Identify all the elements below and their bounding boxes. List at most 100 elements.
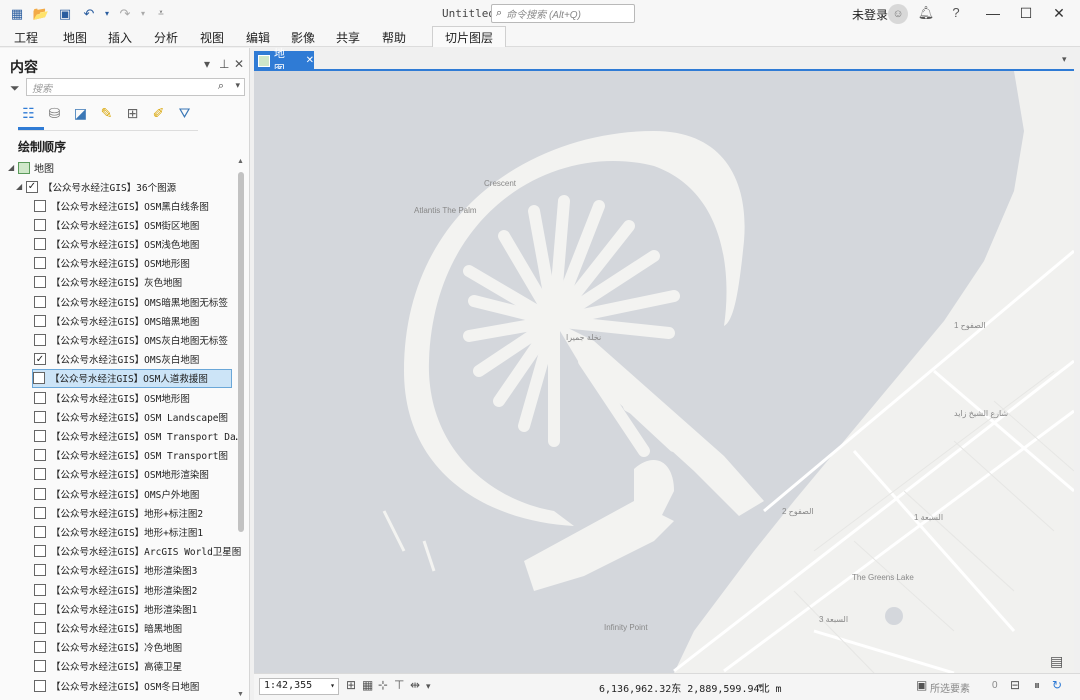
layer-checkbox[interactable] (34, 468, 46, 481)
close-tab-icon[interactable]: ✕ (306, 55, 314, 66)
layer-item[interactable]: 【公众号水经注GIS】OMS灰白地图无标签 (34, 330, 228, 349)
tab-help[interactable]: 帮助 (382, 29, 406, 46)
save-icon[interactable]: ▣ (54, 3, 76, 25)
layer-item[interactable]: 【公众号水经注GIS】地形渲染图2 (34, 580, 197, 599)
selection-icon[interactable]: ◪ (70, 102, 91, 124)
layer-item[interactable]: 【公众号水经注GIS】暗黑地图 (34, 618, 182, 637)
data-source-icon[interactable]: ⛁ (44, 102, 65, 124)
layer-item[interactable]: 【公众号水经注GIS】OMS暗黑地图 (34, 311, 199, 330)
tab-edit[interactable]: 编辑 (246, 29, 270, 46)
layer-item[interactable]: 【公众号水经注GIS】OSM Landscape图 (34, 407, 228, 426)
layer-checkbox[interactable] (34, 583, 46, 596)
tab-project[interactable]: 工程 (14, 29, 38, 46)
layer-item[interactable]: 【公众号水经注GIS】灰色地图 (34, 273, 182, 292)
drawing-order-icon[interactable]: ☷ (18, 102, 39, 124)
layer-item[interactable]: 【公众号水经注GIS】OSM人道救援图 (32, 368, 232, 388)
layer-checkbox[interactable] (34, 333, 46, 346)
redo-icon[interactable]: ↷ (114, 3, 136, 25)
pause-icon[interactable]: ⏸ (1034, 678, 1040, 693)
scroll-up-icon[interactable]: ▲ (237, 158, 244, 165)
contents-search-input[interactable]: 搜索 ⌕ ▾ (26, 78, 245, 96)
layer-checkbox[interactable] (34, 237, 46, 250)
help-icon[interactable]: ? (947, 5, 965, 20)
redo-dropdown-icon[interactable]: ▾ (138, 3, 148, 25)
chevron-down-icon[interactable]: ▾ (330, 681, 335, 690)
layer-checkbox[interactable]: ✓ (34, 353, 46, 366)
filter-icon[interactable]: ⏷ (10, 81, 20, 96)
collapse-icon[interactable]: ◢ (8, 163, 18, 172)
customize-icon[interactable]: ⩡ (150, 3, 172, 25)
layer-item[interactable]: 【公众号水经注GIS】ArcGIS World卫星图 (34, 542, 241, 561)
layer-item[interactable]: 【公众号水经注GIS】高德卫星 (34, 657, 182, 676)
refresh-icon[interactable]: ↻ (1052, 678, 1062, 692)
tab-view[interactable]: 视图 (200, 29, 224, 46)
group-checkbox[interactable]: ✓ (26, 180, 38, 193)
pane-options-icon[interactable]: ▾ (204, 57, 210, 71)
tab-share[interactable]: 共享 (336, 29, 360, 46)
layer-checkbox[interactable] (34, 602, 46, 615)
grid-icon[interactable]: ⊞ (346, 678, 356, 692)
command-search-input[interactable]: ⌕ 命令搜索 (Alt+Q) (491, 4, 635, 23)
layer-checkbox[interactable] (34, 641, 46, 654)
layer-item[interactable]: 【公众号水经注GIS】OSM冬日地图 (34, 676, 199, 695)
scrollbar-thumb[interactable] (238, 172, 244, 532)
map-canvas[interactable]: Crescent Atlantis The Palm نخلة جميرا ال… (254, 71, 1074, 673)
layer-checkbox[interactable] (34, 314, 46, 327)
rotate-icon[interactable]: ⊤ (394, 678, 404, 692)
undo-dropdown-icon[interactable]: ▾ (102, 3, 112, 25)
layer-item[interactable]: ✓ 【公众号水经注GIS】OMS灰白地图 (34, 350, 199, 369)
contents-scrollbar[interactable]: ▲ ▼ (237, 158, 245, 698)
close-pane-icon[interactable]: ✕ (234, 57, 244, 71)
layer-checkbox[interactable] (34, 525, 46, 538)
layer-checkbox[interactable] (33, 372, 45, 385)
layer-item[interactable]: 【公众号水经注GIS】OSM地形图 (34, 254, 190, 273)
undo-icon[interactable]: ↶ (78, 3, 100, 25)
layer-item[interactable]: 【公众号水经注GIS】OSM Transport图 (34, 446, 228, 465)
layer-checkbox[interactable] (34, 391, 46, 404)
pin-icon[interactable]: ⊥ (219, 57, 229, 71)
layer-item[interactable]: 【公众号水经注GIS】OSM浅色地图 (34, 234, 199, 253)
layer-checkbox[interactable] (34, 487, 46, 500)
layer-item[interactable]: 【公众号水经注GIS】OSM Transport Da… (34, 426, 241, 445)
layer-checkbox[interactable] (34, 276, 46, 289)
layer-item[interactable]: 【公众号水经注GIS】地形+标注图2 (34, 503, 203, 522)
collapse-icon[interactable]: ◢ (16, 182, 26, 191)
perspective-icon[interactable]: ⛛ (174, 102, 195, 124)
notification-bell-icon[interactable]: 🔔︎ (917, 5, 935, 21)
layer-checkbox[interactable] (34, 410, 46, 423)
tab-map[interactable]: 地图 (63, 29, 87, 46)
layer-checkbox[interactable] (34, 449, 46, 462)
layer-checkbox[interactable] (34, 564, 46, 577)
layer-checkbox[interactable] (34, 199, 46, 212)
editing-icon[interactable]: ✎ (96, 102, 117, 124)
layer-checkbox[interactable] (34, 506, 46, 519)
units-dropdown-icon[interactable]: ▾ (758, 681, 763, 692)
layer-checkbox[interactable] (34, 218, 46, 231)
table-icon[interactable]: ▦ (362, 678, 373, 692)
account-label[interactable]: 未登录 (852, 6, 888, 23)
snapping-icon[interactable]: ⊞ (122, 102, 143, 124)
open-icon[interactable]: 📂 (30, 3, 52, 25)
tab-list-icon[interactable]: ▾ (1062, 54, 1067, 65)
layer-item[interactable]: 【公众号水经注GIS】冷色地图 (34, 638, 182, 657)
layer-item[interactable]: 【公众号水经注GIS】地形渲染图1 (34, 599, 197, 618)
minimize-button[interactable]: — (978, 3, 1008, 23)
tab-insert[interactable]: 插入 (108, 29, 132, 46)
search-dropdown-icon[interactable]: ▾ (235, 80, 240, 91)
chevron-down-icon[interactable]: ▾ (426, 681, 431, 692)
layer-checkbox[interactable] (34, 660, 46, 673)
catalog-icon[interactable]: ▤ (1050, 653, 1063, 670)
selected-features-label[interactable]: 所选要素 (930, 680, 970, 695)
tab-map-view[interactable]: 地图 ✕ (254, 48, 314, 76)
layer-checkbox[interactable] (34, 429, 46, 442)
navigate-icon[interactable]: ⇹ (410, 678, 420, 692)
layer-item[interactable]: 【公众号水经注GIS】OSM街区地图 (34, 215, 199, 234)
layer-item[interactable]: 【公众号水经注GIS】地形+标注图1 (34, 522, 203, 541)
tab-tile-layer[interactable]: 切片图层 (432, 26, 507, 47)
labeling-icon[interactable]: ✐ (148, 102, 169, 124)
scale-selector[interactable]: 1:42,355 ▾ (259, 678, 339, 695)
layer-checkbox[interactable] (34, 257, 46, 270)
project-icon[interactable]: ▦ (6, 3, 28, 25)
avatar[interactable]: ☺ (888, 4, 908, 24)
layer-item[interactable]: 【公众号水经注GIS】地形渲染图3 (34, 561, 197, 580)
